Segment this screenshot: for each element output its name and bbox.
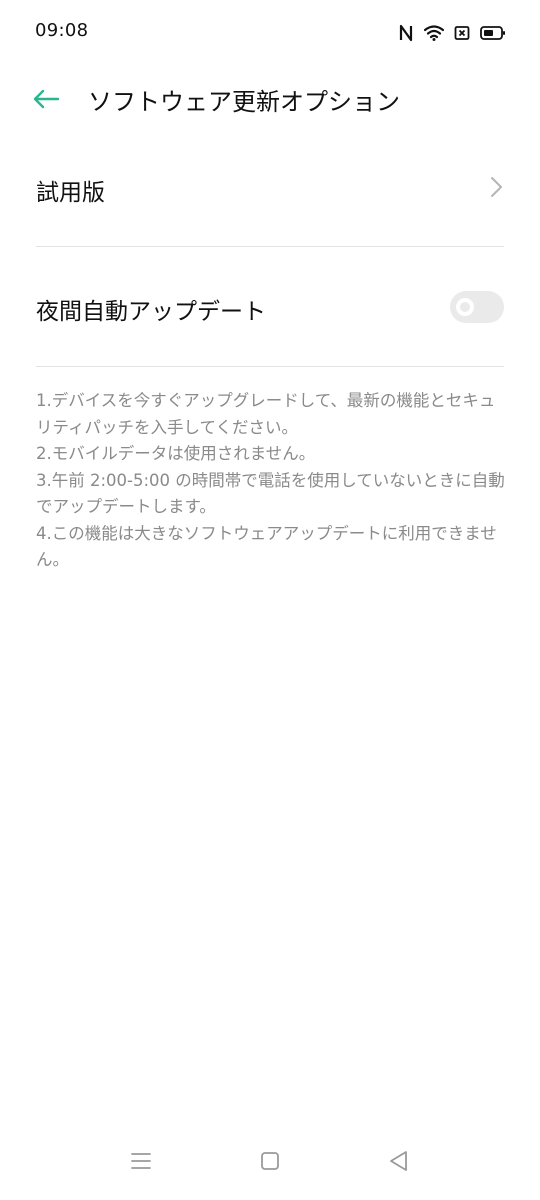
night-auto-update-row[interactable]: 夜間自動アップデート bbox=[36, 247, 504, 365]
recent-apps-button[interactable] bbox=[121, 1148, 161, 1178]
status-icons bbox=[398, 22, 506, 44]
note-2: 2.モバイルデータは使用されません。 bbox=[36, 444, 316, 463]
wifi-icon bbox=[424, 25, 444, 41]
notes-section: 1.デバイスを今すぐアップグレードして、最新の機能とセキュリティパッチを入手して… bbox=[36, 388, 506, 574]
trial-version-label: 試用版 bbox=[36, 180, 105, 206]
back-triangle-icon bbox=[388, 1150, 408, 1176]
home-button[interactable] bbox=[250, 1148, 290, 1178]
header: ソフトウェア更新オプション bbox=[0, 70, 540, 130]
system-back-button[interactable] bbox=[378, 1148, 418, 1178]
arrow-left-icon bbox=[32, 88, 60, 114]
battery-icon bbox=[480, 25, 506, 41]
status-time: 09:08 bbox=[35, 20, 89, 41]
note-4: 4.この機能は大きなソフトウェアアップデートに利用できません。 bbox=[36, 523, 497, 570]
sim-off-icon bbox=[454, 25, 470, 41]
status-bar: 09:08 bbox=[0, 0, 540, 66]
home-icon bbox=[260, 1151, 280, 1175]
navigation-bar bbox=[0, 1130, 540, 1200]
menu-icon bbox=[131, 1152, 151, 1174]
toggle-knob bbox=[456, 298, 474, 316]
note-3: 3.午前 2:00-5:00 の時間帯で電話を使用していないときに自動でアップデ… bbox=[36, 470, 505, 517]
page-title: ソフトウェア更新オプション bbox=[88, 88, 400, 116]
nfc-icon bbox=[398, 24, 414, 42]
chevron-right-icon bbox=[488, 175, 504, 199]
night-auto-update-label: 夜間自動アップデート bbox=[36, 299, 266, 325]
back-button[interactable] bbox=[26, 84, 66, 118]
divider bbox=[36, 366, 504, 367]
note-1: 1.デバイスを今すぐアップグレードして、最新の機能とセキュリティパッチを入手して… bbox=[36, 391, 496, 437]
night-auto-update-toggle[interactable] bbox=[450, 291, 504, 323]
trial-version-row[interactable]: 試用版 bbox=[36, 128, 504, 246]
